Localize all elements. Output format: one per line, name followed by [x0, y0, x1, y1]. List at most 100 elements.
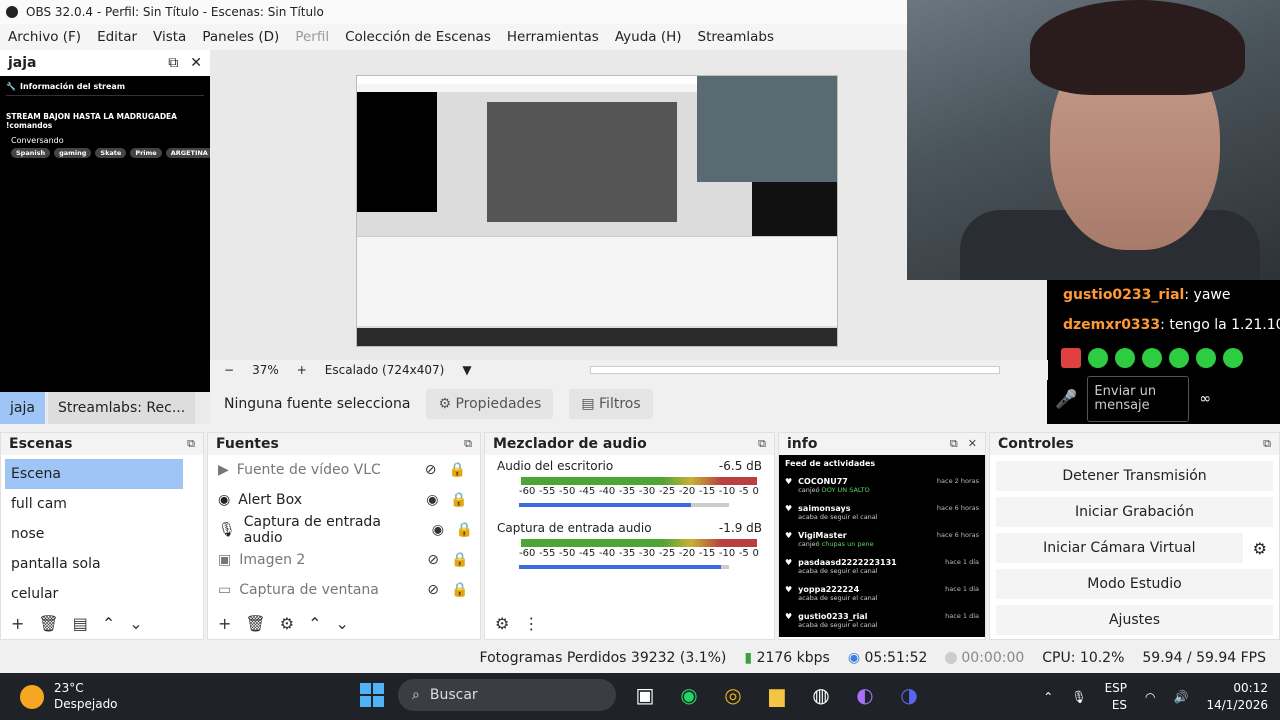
clock-time[interactable]: 00:12 — [1206, 680, 1268, 697]
lock-icon[interactable]: 🔒 — [451, 582, 468, 598]
wifi-icon[interactable]: ◠ — [1145, 690, 1155, 704]
filters-button[interactable]: ▤ Filtros — [569, 389, 653, 419]
menu-streamlabs[interactable]: Streamlabs — [690, 29, 782, 45]
start-virtual-camera-button[interactable]: Iniciar Cámara Virtual — [996, 533, 1243, 563]
eye-icon[interactable]: ◉ — [432, 522, 448, 538]
whatsapp-icon[interactable]: ◉ — [674, 680, 704, 710]
gear-icon[interactable]: ⚙ — [1253, 539, 1267, 558]
windows-start-icon[interactable] — [360, 683, 384, 707]
eye-icon[interactable]: ◉ — [426, 492, 442, 508]
menu-coleccion[interactable]: Colección de Escenas — [337, 29, 499, 45]
chat-input[interactable]: Enviar un mensaje — [1087, 376, 1190, 422]
source-item[interactable]: 🎙 Captura de entrada audio ◉ 🔒 — [208, 514, 480, 546]
scene-item[interactable]: full cam — [1, 489, 203, 519]
task-view-icon[interactable]: ▣ — [630, 680, 660, 710]
file-explorer-icon[interactable]: ▆ — [762, 680, 792, 710]
taskbar-search[interactable]: ⌕ Buscar — [398, 679, 616, 711]
channel-db: -1.9 dB — [718, 521, 762, 535]
stop-streaming-button[interactable]: Detener Transmisión — [996, 461, 1273, 491]
eye-hidden-icon[interactable]: ⊘ — [427, 552, 443, 568]
settings-button[interactable]: Ajustes — [996, 605, 1273, 635]
feed-user: COCONU77 — [798, 477, 848, 486]
close-icon[interactable]: ✕ — [190, 55, 202, 71]
scene-item[interactable]: celular — [1, 579, 203, 609]
chevron-up-icon[interactable]: ⌃ — [1043, 690, 1053, 704]
eye-hidden-icon[interactable]: ⊘ — [425, 462, 441, 478]
scene-item[interactable]: Escena — [5, 459, 183, 489]
image-icon: ▣ — [218, 552, 232, 568]
chat-app-icon[interactable]: ◐ — [850, 680, 880, 710]
weather-widget[interactable]: 23°C Despejado — [0, 681, 118, 712]
horizontal-scrollbar[interactable] — [589, 366, 1000, 374]
chevron-down-icon[interactable]: ⌄ — [129, 614, 142, 633]
discord-icon[interactable]: ◑ — [894, 680, 924, 710]
float-icon[interactable]: ⧉ — [168, 55, 178, 71]
scale-dropdown-icon[interactable]: ▼ — [462, 363, 471, 377]
lock-icon[interactable]: 🔒 — [449, 462, 466, 478]
float-icon[interactable]: ⧉ — [187, 437, 195, 451]
emote-icon — [1142, 348, 1162, 368]
trash-icon[interactable]: 🗑 — [245, 614, 265, 633]
studio-mode-button[interactable]: Modo Estudio — [996, 569, 1273, 599]
advanced-audio-gear-icon[interactable]: ⚙ — [495, 614, 509, 633]
source-item[interactable]: ◉ Alert Box ◉ 🔒 — [208, 485, 480, 515]
mic-icon[interactable]: 🎙 — [1071, 690, 1086, 704]
obs-icon[interactable]: ◍ — [806, 680, 836, 710]
menu-ayuda[interactable]: Ayuda (H) — [607, 29, 690, 45]
start-recording-button[interactable]: Iniciar Grabación — [996, 497, 1273, 527]
chevron-down-icon[interactable]: ⌄ — [335, 614, 348, 633]
emote-icon — [1169, 348, 1189, 368]
source-item[interactable]: ▣ Imagen 2 ⊘ 🔒 — [208, 545, 480, 575]
menu-herramientas[interactable]: Herramientas — [499, 29, 607, 45]
lock-icon[interactable]: 🔒 — [451, 552, 468, 568]
float-icon[interactable]: ⧉ — [758, 437, 766, 451]
lock-icon[interactable]: 🔒 — [450, 492, 467, 508]
bitrate-bars-icon: ▮ — [744, 650, 753, 666]
system-tray: ⌃ 🎙 ESP ES ◠ 🔊 00:12 14/1/2026 — [1043, 673, 1268, 720]
scene-item[interactable]: nose — [1, 519, 203, 549]
zoom-in-button[interactable]: + — [297, 363, 307, 377]
trash-icon[interactable]: 🗑 — [38, 614, 58, 633]
menu-editar[interactable]: Editar — [89, 29, 145, 45]
menu-paneles[interactable]: Paneles (D) — [194, 29, 287, 45]
chevron-up-icon[interactable]: ⌃ — [308, 614, 321, 633]
chevron-up-icon[interactable]: ⌃ — [102, 614, 115, 633]
properties-button[interactable]: ⚙ Propiedades — [426, 389, 554, 419]
zoom-out-button[interactable]: − — [224, 363, 234, 377]
menu-archivo[interactable]: Archivo (F) — [0, 29, 89, 45]
keyboard-lang[interactable]: ESP — [1105, 680, 1127, 697]
more-menu-icon[interactable]: ⋮ — [523, 614, 539, 633]
tab-streamlabs[interactable]: Streamlabs: Rec... — [47, 392, 196, 424]
close-icon[interactable]: ✕ — [968, 437, 977, 451]
add-icon[interactable]: + — [11, 614, 24, 633]
feed-user: pasdaasd2222223131 — [798, 558, 897, 567]
gear-icon[interactable]: ⚙ — [280, 614, 294, 633]
source-item[interactable]: ▭ Captura de ventana ⊘ 🔒 — [208, 575, 480, 605]
volume-slider[interactable] — [519, 503, 729, 507]
volume-slider[interactable] — [519, 565, 729, 569]
audio-mixer-panel: Mezclador de audio ⧉ Audio del escritorio… — [484, 432, 775, 640]
scene-item[interactable]: pantalla sola — [1, 549, 203, 579]
eye-hidden-icon[interactable]: ⊘ — [427, 582, 443, 598]
source-item[interactable]: ▶ Fuente de vídeo VLC ⊘ 🔒 — [208, 455, 480, 485]
feed-action: acaba de seguir el canal — [798, 513, 878, 521]
menu-perfil[interactable]: Perfil — [287, 29, 337, 45]
float-icon[interactable]: ⧉ — [950, 437, 958, 451]
filter-icon[interactable]: ▤ — [73, 614, 88, 633]
tick-label: -35 — [618, 486, 636, 497]
menu-vista[interactable]: Vista — [145, 29, 194, 45]
stream-category: Conversando — [11, 136, 64, 145]
stream-title: STREAM BAJON HASTA LA MADRUGADEA !comand… — [6, 112, 177, 130]
volume-icon[interactable]: 🔊 — [1174, 690, 1189, 704]
no-source-label: Ninguna fuente selecciona — [224, 396, 411, 412]
source-name: Captura de entrada audio — [243, 514, 381, 546]
tab-jaja[interactable]: jaja — [0, 392, 45, 424]
chrome-icon[interactable]: ◎ — [718, 680, 748, 710]
float-icon[interactable]: ⧉ — [464, 437, 472, 451]
controls-panel: Controles ⧉ Detener Transmisión Iniciar G… — [989, 432, 1280, 640]
float-icon[interactable]: ⧉ — [1263, 437, 1271, 451]
chat-extras-icon[interactable]: ∞ — [1199, 391, 1211, 407]
mic-icon[interactable]: 🎤 — [1055, 389, 1077, 410]
lock-icon[interactable]: 🔒 — [456, 522, 473, 538]
add-icon[interactable]: + — [218, 614, 231, 633]
